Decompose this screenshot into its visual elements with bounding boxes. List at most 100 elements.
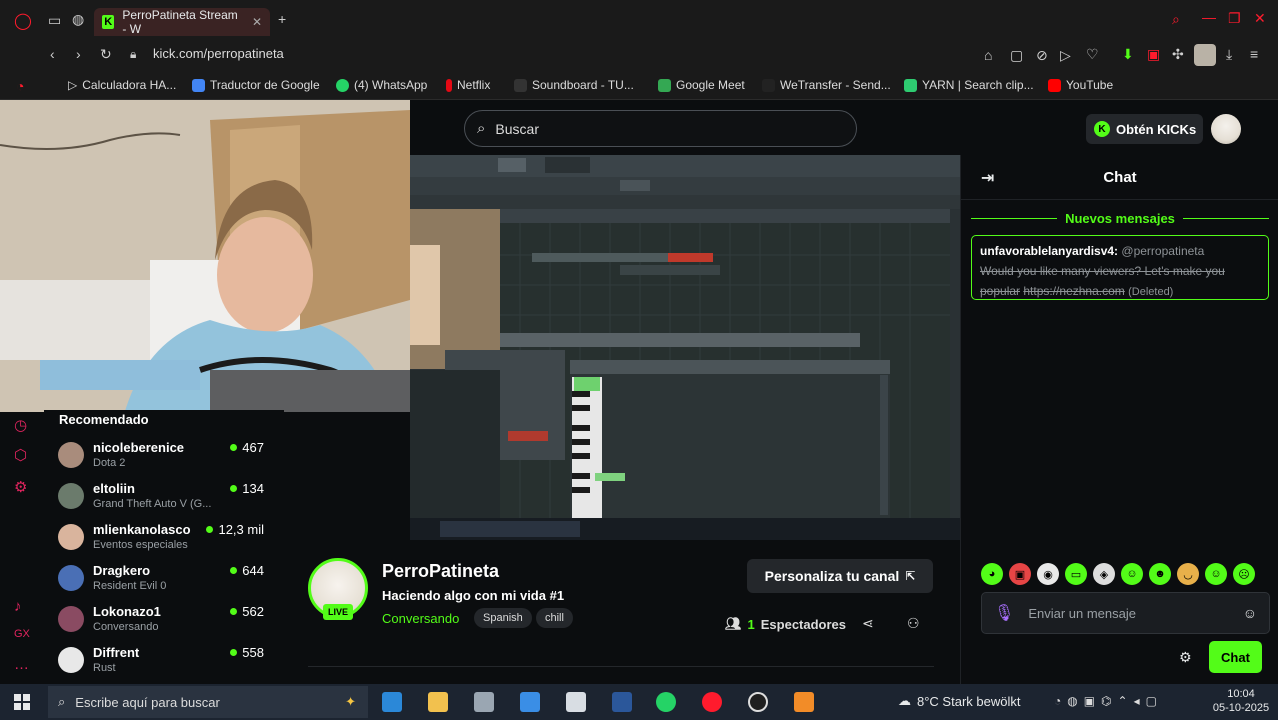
emote-3-icon[interactable]: ◉ — [1037, 563, 1059, 585]
weather-widget[interactable]: ☁ 8°C Stark bewölkt — [898, 693, 1020, 709]
bookmark-soundboard[interactable]: Soundboard - TU... — [514, 78, 634, 92]
camera-icon[interactable] — [474, 692, 494, 712]
add-user-icon[interactable]: ⚇ — [907, 615, 920, 632]
tag-chill[interactable]: chill — [536, 608, 573, 628]
calculator-icon[interactable] — [520, 692, 540, 712]
emote-7-icon[interactable]: ☻ — [1149, 563, 1171, 585]
channel-name[interactable]: PerroPatineta — [382, 561, 499, 582]
emoji-picker-icon[interactable]: ☺ — [1243, 605, 1257, 621]
obs-icon[interactable] — [748, 692, 768, 712]
reload-icon[interactable]: ↻ — [100, 46, 112, 63]
history-icon[interactable]: ◷ — [14, 416, 27, 434]
back-icon[interactable]: ‹ — [50, 46, 55, 62]
tiktok-icon[interactable]: ♪ — [14, 598, 22, 615]
adblock-icon[interactable]: ⊘ — [1036, 47, 1048, 64]
microphone-icon[interactable]: 🎙︎ — [994, 603, 1014, 623]
chat-header: ⇥ Chat — [961, 155, 1278, 200]
forward-icon[interactable]: › — [76, 46, 81, 62]
search-icon: ⌕ — [477, 120, 486, 137]
emote-10-icon[interactable]: ☹ — [1233, 563, 1255, 585]
bookmark-google-meet[interactable]: Google Meet — [658, 78, 745, 92]
emote-9-icon[interactable]: ☺ — [1205, 563, 1227, 585]
settings-icon[interactable]: ⚙ — [14, 478, 27, 496]
taskbar-search[interactable]: ⌕ Escribe aquí para buscar ✦ — [48, 686, 368, 718]
gx-icon[interactable]: GX — [14, 628, 30, 640]
extension-red-icon[interactable]: ▣ — [1147, 46, 1160, 63]
url-field[interactable]: kick.com/perropatineta — [153, 46, 284, 61]
download-icon[interactable]: ⬇ — [1122, 46, 1134, 63]
avatar — [58, 442, 84, 468]
get-kicks-button[interactable]: K Obtén KICKs — [1086, 114, 1203, 144]
windows-start-icon[interactable] — [14, 694, 30, 710]
viewer-count: 467 — [230, 440, 264, 455]
snapshot-icon[interactable]: ⌂ — [984, 47, 992, 63]
emote-bar: ◕ ▣ ◉ ▭ ◈ ☺ ☻ ◡ ☺ ☹ — [981, 563, 1271, 585]
chat-send-button[interactable]: Chat — [1209, 641, 1262, 673]
app-icon[interactable] — [566, 692, 586, 712]
extensions-icon[interactable]: ✣ — [1172, 46, 1184, 63]
chat-input[interactable]: 🎙︎ Enviar un mensaje ☺ — [981, 592, 1270, 634]
channel-category: Rust — [93, 662, 116, 674]
bookmark-calculadora[interactable]: ▷ Calculadora HA... — [68, 78, 176, 92]
bookmark-wetransfer[interactable]: WeTransfer - Send... — [762, 78, 891, 92]
heart-icon[interactable]: ♡ — [1086, 46, 1099, 63]
customize-channel-button[interactable]: Personaliza tu canal ⇱ — [747, 559, 933, 593]
tag-spanish[interactable]: Spanish — [474, 608, 532, 628]
player-icon[interactable]: ▷ — [1060, 47, 1071, 64]
user-avatar[interactable] — [1211, 114, 1241, 144]
whatsapp-icon — [336, 78, 349, 92]
emote-5-icon[interactable]: ◈ — [1093, 563, 1115, 585]
whatsapp-icon[interactable] — [656, 692, 676, 712]
bookmark-netflix[interactable]: Netflix — [446, 78, 490, 92]
emote-6-icon[interactable]: ☺ — [1121, 563, 1143, 585]
emote-1-icon[interactable]: ◕ — [981, 563, 1003, 585]
bookmark-whatsapp[interactable]: (4) WhatsApp — [336, 78, 427, 92]
recommended-item[interactable]: Diffrent Rust 558 — [58, 643, 284, 681]
cube-icon[interactable]: ▢ — [1010, 47, 1023, 64]
tray-icons[interactable]: ◔◍▣⌬⌃◂▢ — [1054, 694, 1163, 708]
bookmark-traductor[interactable]: Traductor de Google — [192, 78, 320, 92]
recommended-item[interactable]: Lokonazo1 Conversando 562 — [58, 602, 284, 640]
stream-category-link[interactable]: Conversando — [382, 611, 459, 626]
opera-logo-icon[interactable]: ◯ — [14, 11, 32, 31]
workspace-icon[interactable]: ◍ — [72, 11, 84, 28]
tab-close-icon[interactable]: ✕ — [252, 15, 262, 29]
bookmark-yarn[interactable]: YARN | Search clip... — [904, 78, 1034, 92]
cube-icon[interactable]: ⬡ — [14, 446, 27, 464]
fl-studio-icon[interactable] — [794, 692, 814, 712]
recommended-item[interactable]: mlienkanolasco Eventos especiales 12,3 m… — [58, 520, 284, 558]
more-icon[interactable]: … — [14, 656, 29, 673]
file-explorer-icon[interactable] — [428, 692, 448, 712]
stream-video[interactable] — [410, 155, 960, 540]
emote-8-icon[interactable]: ◡ — [1177, 563, 1199, 585]
recommended-item[interactable]: eltoliin Grand Theft Auto V (G... 134 — [58, 479, 284, 517]
word-icon[interactable] — [612, 692, 632, 712]
store-icon[interactable] — [382, 692, 402, 712]
search-placeholder: Buscar — [495, 120, 539, 137]
speed-dial-icon[interactable]: ◔ — [16, 78, 24, 94]
browser-profile-avatar[interactable] — [1194, 44, 1216, 66]
tab-kick-stream[interactable]: K PerroPatineta Stream - W ✕ — [94, 8, 270, 36]
share-icon[interactable]: ⋖ — [862, 615, 874, 632]
chat-settings-icon[interactable]: ⚙ — [1179, 649, 1192, 666]
new-tab-icon[interactable]: + — [278, 11, 286, 27]
site-search-bar[interactable]: ⌕ Buscar — [464, 110, 857, 147]
customize-label: Personaliza tu canal — [764, 568, 900, 584]
system-clock[interactable]: 10:04 05-10-2025 — [1210, 687, 1272, 715]
close-window-icon[interactable]: ✕ — [1254, 10, 1266, 27]
downloads-icon[interactable]: ⤓ — [1226, 46, 1232, 63]
recommended-item[interactable]: Dragkero Resident Evil 0 644 — [58, 561, 284, 599]
chat-username[interactable]: unfavorablelanyardisv4: — [980, 244, 1118, 258]
collapse-chat-icon[interactable]: ⇥ — [981, 168, 994, 188]
viewer-count: 644 — [230, 563, 264, 578]
minimize-icon[interactable]: — — [1202, 9, 1216, 25]
emote-2-icon[interactable]: ▣ — [1009, 563, 1031, 585]
emote-4-icon[interactable]: ▭ — [1065, 563, 1087, 585]
opera-gx-icon[interactable] — [702, 692, 722, 712]
tab-islands-icon[interactable]: ▭ — [48, 12, 61, 29]
recommended-item[interactable]: nicoleberenice Dota 2 467 — [58, 438, 284, 476]
menu-icon[interactable]: ≡ — [1250, 46, 1258, 62]
search-tabs-icon[interactable]: ⌕ — [1172, 11, 1180, 28]
maximize-icon[interactable]: ❐ — [1228, 10, 1241, 27]
bookmark-youtube[interactable]: YouTube — [1048, 78, 1113, 92]
